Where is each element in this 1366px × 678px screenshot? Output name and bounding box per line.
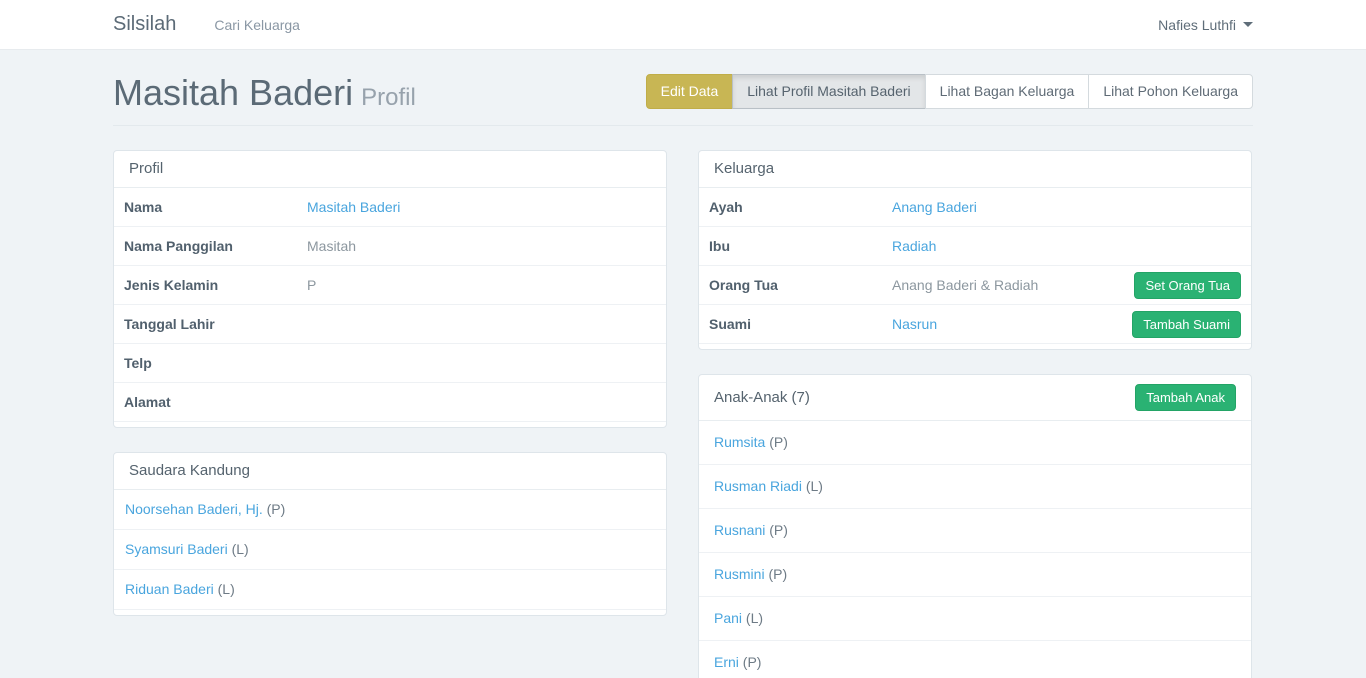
- profil-panel-title: Profil: [114, 151, 666, 188]
- list-item: Rusmini (P): [699, 553, 1251, 597]
- lihat-bagan-keluarga-button[interactable]: Lihat Bagan Keluarga: [925, 74, 1090, 109]
- profile-action-button-group: Edit Data Lihat Profil Masitah Baderi Li…: [646, 74, 1253, 109]
- child-link[interactable]: Pani: [714, 610, 742, 626]
- father-link[interactable]: Anang Baderi: [892, 199, 977, 215]
- navbar: Silsilah Cari Keluarga Nafies Luthfi: [0, 0, 1366, 50]
- field-value: [307, 392, 656, 412]
- field-value: Masitah: [307, 228, 656, 264]
- sibling-link[interactable]: Noorsehan Baderi, Hj.: [125, 501, 263, 517]
- field-label: Nama Panggilan: [124, 228, 307, 264]
- gender-label: (P): [267, 501, 286, 517]
- sibling-link[interactable]: Riduan Baderi: [125, 581, 214, 597]
- field-value: [307, 353, 656, 373]
- keluarga-panel: Keluarga Ayah Anang Baderi Ibu Radiah Or…: [698, 150, 1252, 350]
- gender-label: (L): [806, 478, 823, 494]
- husband-link[interactable]: Nasrun: [892, 316, 937, 332]
- table-row: Alamat: [114, 383, 666, 422]
- page-title: Masitah Baderi Profil: [113, 75, 416, 111]
- person-link[interactable]: Masitah Baderi: [307, 199, 400, 215]
- field-label: Jenis Kelamin: [124, 267, 307, 303]
- field-label: Alamat: [124, 384, 307, 420]
- saudara-kandung-panel-title: Saudara Kandung: [114, 453, 666, 490]
- list-item: Syamsuri Baderi (L): [114, 530, 666, 570]
- profil-panel: Profil Nama Masitah Baderi Nama Panggila…: [113, 150, 667, 428]
- keluarga-panel-title: Keluarga: [699, 151, 1251, 188]
- nav-link-cari-keluarga[interactable]: Cari Keluarga: [214, 17, 300, 33]
- chevron-down-icon: [1243, 22, 1253, 27]
- field-label: Nama: [124, 189, 307, 225]
- table-row: Orang Tua Anang Baderi & Radiah Set Oran…: [699, 266, 1251, 305]
- lihat-pohon-keluarga-button[interactable]: Lihat Pohon Keluarga: [1088, 74, 1253, 109]
- table-row: Ayah Anang Baderi: [699, 188, 1251, 227]
- list-item: Rumsita (P): [699, 421, 1251, 465]
- brand-link[interactable]: Silsilah: [113, 13, 176, 36]
- gender-label: (L): [232, 541, 249, 557]
- table-row: Tanggal Lahir: [114, 305, 666, 344]
- person-name: Masitah Baderi: [113, 72, 353, 113]
- child-link[interactable]: Rusman Riadi: [714, 478, 802, 494]
- field-value: Anang Baderi & Radiah: [892, 267, 1134, 303]
- mother-link[interactable]: Radiah: [892, 238, 936, 254]
- user-name: Nafies Luthfi: [1158, 17, 1236, 33]
- child-link[interactable]: Erni: [714, 654, 739, 670]
- list-item: Riduan Baderi (L): [114, 570, 666, 610]
- anak-anak-panel-title: Anak-Anak (7) Tambah Anak: [699, 375, 1251, 421]
- set-orang-tua-button[interactable]: Set Orang Tua: [1134, 272, 1241, 299]
- anak-anak-panel: Anak-Anak (7) Tambah Anak Rumsita (P) Ru…: [698, 374, 1252, 678]
- gender-label: (P): [769, 522, 788, 538]
- list-item: Noorsehan Baderi, Hj. (P): [114, 490, 666, 530]
- field-value: [307, 314, 656, 334]
- field-value: P: [307, 267, 656, 303]
- gender-label: (P): [769, 434, 788, 450]
- list-item: Pani (L): [699, 597, 1251, 641]
- child-link[interactable]: Rusmini: [714, 566, 765, 582]
- child-link[interactable]: Rumsita: [714, 434, 765, 450]
- sibling-link[interactable]: Syamsuri Baderi: [125, 541, 228, 557]
- saudara-kandung-panel: Saudara Kandung Noorsehan Baderi, Hj. (P…: [113, 452, 667, 616]
- child-link[interactable]: Rusnani: [714, 522, 765, 538]
- gender-label: (P): [743, 654, 762, 670]
- page-header: Masitah Baderi Profil Edit Data Lihat Pro…: [113, 50, 1253, 126]
- field-label: Ibu: [709, 228, 892, 264]
- list-item: Rusman Riadi (L): [699, 465, 1251, 509]
- user-menu-dropdown[interactable]: Nafies Luthfi: [1158, 17, 1253, 33]
- edit-data-button[interactable]: Edit Data: [646, 74, 734, 109]
- field-label: Ayah: [709, 189, 892, 225]
- table-row: Suami Nasrun Tambah Suami: [699, 305, 1251, 344]
- page-subtitle: Profil: [361, 84, 416, 111]
- list-item: Rusnani (P): [699, 509, 1251, 553]
- table-row: Telp: [114, 344, 666, 383]
- tambah-anak-button[interactable]: Tambah Anak: [1135, 384, 1236, 411]
- field-label: Orang Tua: [709, 267, 892, 303]
- list-item: Erni (P): [699, 641, 1251, 678]
- gender-label: (P): [768, 566, 787, 582]
- table-row: Ibu Radiah: [699, 227, 1251, 266]
- gender-label: (L): [746, 610, 763, 626]
- table-row: Nama Panggilan Masitah: [114, 227, 666, 266]
- field-label: Telp: [124, 345, 307, 381]
- gender-label: (L): [218, 581, 235, 597]
- table-row: Nama Masitah Baderi: [114, 188, 666, 227]
- tambah-suami-button[interactable]: Tambah Suami: [1132, 311, 1241, 338]
- table-row: Jenis Kelamin P: [114, 266, 666, 305]
- field-label: Tanggal Lahir: [124, 306, 307, 342]
- lihat-profil-button[interactable]: Lihat Profil Masitah Baderi: [732, 74, 925, 109]
- field-label: Suami: [709, 306, 892, 342]
